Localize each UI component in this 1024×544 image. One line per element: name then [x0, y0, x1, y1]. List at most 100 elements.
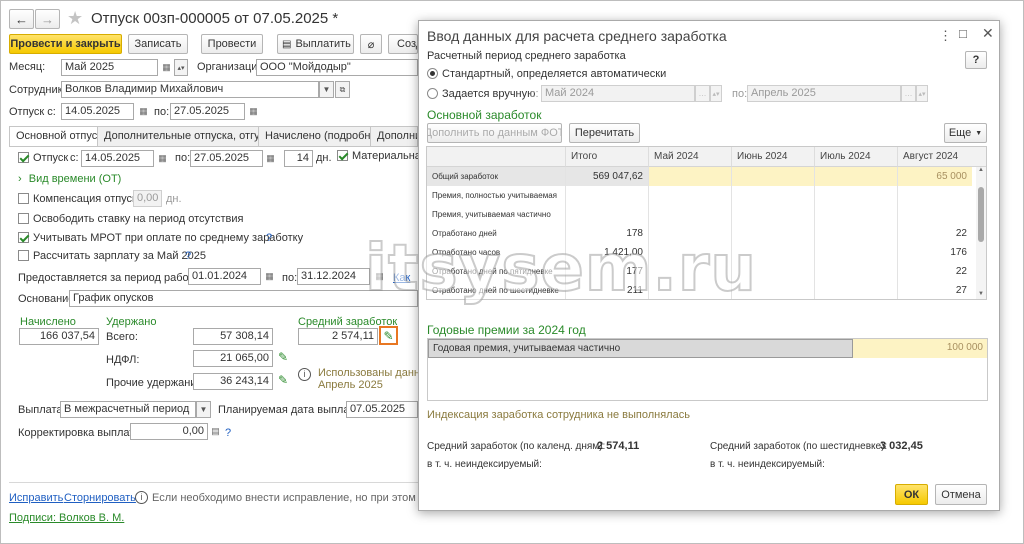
fix-link[interactable]: Исправить — [9, 492, 63, 504]
leave-checkbox[interactable] — [18, 152, 29, 163]
radio-manual-period[interactable] — [427, 88, 438, 99]
employee-open-button[interactable]: ⧉ — [335, 81, 350, 98]
time-type-toggle[interactable]: › Вид времени (ОТ) — [18, 173, 121, 185]
more-button[interactable]: Еще ▼ — [944, 123, 987, 143]
row-name-cell[interactable]: Премия, учитываемая частично — [427, 205, 565, 224]
employee-field[interactable]: Волков Владимир Михайлович — [61, 81, 319, 98]
row-may-cell[interactable] — [648, 167, 731, 186]
how-link[interactable]: Как — [393, 272, 410, 284]
month-field[interactable]: Май 2025 — [61, 59, 158, 76]
calendar-icon[interactable]: ▦ — [156, 152, 169, 165]
table-row[interactable]: Премия, полностью учитываемая — [427, 186, 972, 205]
row-august-cell[interactable]: 22 — [897, 224, 972, 243]
edit-avg-salary-button[interactable]: ✎ — [379, 326, 398, 345]
other-withholdings-field[interactable]: 36 243,14 — [193, 373, 273, 390]
month-spinner[interactable]: ▴▾ — [174, 59, 188, 76]
total-withheld-field[interactable]: 57 308,14 — [193, 328, 273, 345]
tab-accrued-detailed[interactable]: Начислено (подробно) — [258, 126, 388, 146]
row-total-cell[interactable]: 569 047,62 — [565, 167, 648, 186]
manual-from-select[interactable]: … — [695, 85, 710, 102]
attach-button[interactable]: ⌀ — [360, 34, 382, 54]
post-button[interactable]: Провести — [201, 34, 263, 54]
payout-dropdown[interactable]: ▼ — [196, 401, 211, 418]
main-leave-to-field[interactable]: 27.05.2025 — [190, 150, 263, 167]
table-row[interactable]: Отработано дней по шестидневке 211 27 — [427, 281, 972, 299]
work-to-field[interactable]: 31.12.2024 — [297, 268, 370, 285]
row-july-cell[interactable] — [814, 224, 897, 243]
row-name-cell[interactable]: Отработано дней по пятидневке — [427, 262, 565, 281]
calendar-icon[interactable]: ▦ — [373, 270, 386, 283]
ok-button[interactable]: ОК — [895, 484, 928, 505]
manual-to-spinner[interactable]: ▴▾ — [916, 85, 928, 102]
create-based-button[interactable]: Созд — [388, 34, 418, 54]
pay-button[interactable]: ▤ Выплатить — [277, 34, 354, 54]
mrot-checkbox[interactable] — [18, 232, 29, 243]
help-icon[interactable]: ? — [185, 250, 191, 262]
row-total-cell[interactable]: 177 — [565, 262, 648, 281]
table-row[interactable]: Общий заработок 569 047,62 65 000 — [427, 167, 972, 186]
row-june-cell[interactable] — [731, 281, 814, 299]
table-row[interactable]: Отработано часов 1 421,00 176 — [427, 243, 972, 262]
annual-bonus-row-value[interactable]: 100 000 — [853, 339, 987, 358]
calculator-icon[interactable]: ▤ — [209, 425, 222, 438]
calendar-icon[interactable]: ▦ — [247, 105, 260, 118]
maximize-icon[interactable]: □ — [959, 26, 967, 41]
help-icon[interactable]: ? — [266, 232, 272, 244]
correction-field[interactable]: 0,00 — [130, 423, 208, 440]
more-vertical-icon[interactable]: ⋮ — [939, 28, 952, 44]
row-july-cell[interactable] — [814, 262, 897, 281]
pencil-icon[interactable]: ✎ — [278, 350, 288, 364]
post-and-close-button[interactable]: Провести и закрыть — [9, 34, 122, 54]
help-icon[interactable]: ? — [225, 427, 231, 439]
reread-button[interactable]: Перечитать — [569, 123, 640, 143]
manual-to-field[interactable]: Апрель 2025 — [747, 85, 901, 102]
row-august-cell[interactable] — [897, 205, 972, 224]
leave-to-field[interactable]: 27.05.2025 — [170, 103, 245, 120]
row-total-cell[interactable] — [565, 186, 648, 205]
table-row[interactable]: Премия, учитываемая частично — [427, 205, 972, 224]
row-total-cell[interactable]: 1 421,00 — [565, 243, 648, 262]
organization-field[interactable]: ООО "Мойдодыр" — [256, 59, 418, 76]
work-from-field[interactable]: 01.01.2024 — [188, 268, 261, 285]
avg-salary-field[interactable]: 2 574,11 — [298, 328, 378, 345]
row-august-cell[interactable]: 65 000 — [897, 167, 972, 186]
row-august-cell[interactable]: 27 — [897, 281, 972, 299]
tab-additional-leaves[interactable]: Дополнительные отпуска, отгулы — [97, 126, 281, 146]
material-aid-checkbox[interactable] — [337, 150, 348, 161]
row-july-cell[interactable] — [814, 243, 897, 262]
reverse-link[interactable]: Сторнировать — [64, 492, 136, 504]
row-june-cell[interactable] — [731, 224, 814, 243]
row-name-cell[interactable]: Отработано дней — [427, 224, 565, 243]
row-may-cell[interactable] — [648, 205, 731, 224]
planned-date-field[interactable]: 07.05.2025 — [346, 401, 418, 418]
fill-by-fot-button[interactable]: Дополнить по данным ФОТ — [427, 123, 562, 143]
manual-from-field[interactable]: Май 2024 — [541, 85, 695, 102]
row-july-cell[interactable] — [814, 167, 897, 186]
row-june-cell[interactable] — [731, 243, 814, 262]
row-august-cell[interactable]: 176 — [897, 243, 972, 262]
row-total-cell[interactable]: 178 — [565, 224, 648, 243]
row-name-cell[interactable]: Общий заработок — [427, 167, 565, 186]
row-total-cell[interactable]: 211 — [565, 281, 648, 299]
payout-field[interactable]: В межрасчетный период — [60, 401, 196, 418]
compensation-checkbox[interactable] — [18, 193, 29, 204]
cancel-button[interactable]: Отмена — [935, 484, 987, 505]
close-icon[interactable]: ✕ — [982, 25, 994, 42]
main-leave-from-field[interactable]: 14.05.2025 — [81, 150, 154, 167]
ndfl-field[interactable]: 21 065,00 — [193, 350, 273, 367]
row-may-cell[interactable] — [648, 186, 731, 205]
radio-auto-period[interactable] — [427, 68, 438, 79]
row-may-cell[interactable] — [648, 243, 731, 262]
forward-button[interactable]: → — [35, 9, 60, 29]
calendar-icon[interactable]: ▦ — [263, 270, 276, 283]
row-august-cell[interactable] — [897, 186, 972, 205]
table-row[interactable]: Отработано дней 178 22 — [427, 224, 972, 243]
calendar-icon[interactable]: ▦ — [264, 152, 277, 165]
calendar-icon[interactable]: ▦ — [137, 105, 150, 118]
row-total-cell[interactable] — [565, 205, 648, 224]
row-august-cell[interactable]: 22 — [897, 262, 972, 281]
manual-to-select[interactable]: … — [901, 85, 916, 102]
row-july-cell[interactable] — [814, 186, 897, 205]
grid-scrollbar-thumb[interactable] — [978, 187, 984, 242]
table-row[interactable]: Отработано дней по пятидневке 177 22 — [427, 262, 972, 281]
